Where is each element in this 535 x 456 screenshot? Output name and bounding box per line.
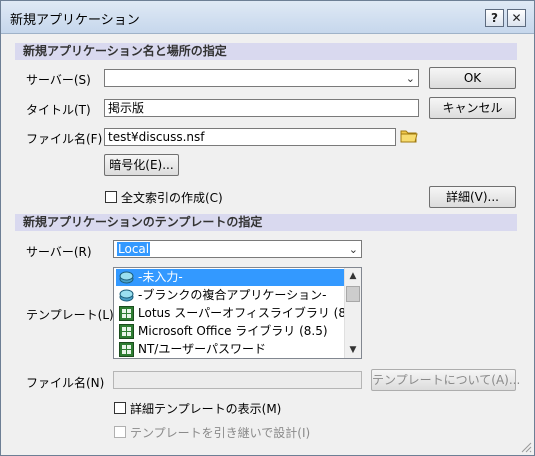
scrollbar-thumb[interactable] [346,286,360,302]
help-button[interactable]: ? [485,9,504,27]
template-icon [119,324,134,339]
title-bar: 新規アプリケーション ? ✕ [1,1,534,34]
cancel-button[interactable]: キャンセル [429,97,516,119]
template-icon [119,306,134,321]
details-button[interactable]: 詳細(V)... [429,186,516,208]
file-name-input[interactable]: test¥discuss.nsf [104,128,396,146]
database-icon [119,271,134,284]
fulltext-index-checkbox[interactable] [105,191,117,203]
template-list[interactable]: -未入力- -ブランクの複合アプリケーション- Lotus スーパーオフィスライ… [113,267,362,359]
template-label: テンプレート(L) [26,308,114,322]
list-item[interactable]: Microsoft Office ライブラリ (8.5) [116,323,345,340]
server-label: サーバー(S) [26,73,91,87]
template-list-scrollbar[interactable]: ▲ ▼ [344,268,361,358]
show-advanced-templates-label: 詳細テンプレートの表示(M) [130,402,282,416]
database-icon [119,289,134,302]
inherit-design-label: テンプレートを引き継いで設計(I) [130,426,311,440]
chevron-down-icon: ⌄ [348,243,358,256]
about-template-button[interactable]: テンプレートについて(A)... [371,369,520,391]
list-item[interactable]: NT/ユーザーパスワード [116,341,345,358]
show-advanced-templates-checkbox[interactable] [114,402,126,414]
resize-grip-icon[interactable] [520,441,532,453]
file-name-label: ファイル名(F) [26,132,103,146]
new-application-dialog: 新規アプリケーション ? ✕ 新規アプリケーション名と場所の指定 サーバー(S)… [0,0,535,456]
section-heading-template: 新規アプリケーションのテンプレートの指定 [15,214,517,231]
chevron-down-icon: ⌄ [405,72,415,85]
folder-icon[interactable] [400,128,418,144]
fulltext-index-label: 全文索引の作成(C) [121,191,223,205]
close-button[interactable]: ✕ [507,9,526,27]
title-label: タイトル(T) [26,103,91,117]
list-item[interactable]: Lotus スーパーオフィスライブラリ (8.5) [116,305,361,322]
template-server-select[interactable]: Local ⌄ [113,240,362,258]
encrypt-button[interactable]: 暗号化(E)... [104,154,179,176]
template-server-label: サーバー(R) [26,245,92,259]
inherit-design-checkbox[interactable] [114,426,126,438]
window-title: 新規アプリケーション [10,13,140,28]
template-file-name-input[interactable] [113,371,362,389]
server-select[interactable]: ⌄ [104,69,419,87]
scroll-up-icon[interactable]: ▲ [345,268,361,284]
template-icon [119,342,134,357]
scroll-down-icon[interactable]: ▼ [345,342,361,358]
list-item[interactable]: -ブランクの複合アプリケーション- [116,287,345,304]
template-file-name-label: ファイル名(N) [26,376,105,390]
list-item[interactable]: -未入力- [116,269,345,286]
ok-button[interactable]: OK [429,67,516,89]
title-input[interactable]: 掲示版 [104,99,419,117]
section-heading-name-location: 新規アプリケーション名と場所の指定 [15,43,517,60]
